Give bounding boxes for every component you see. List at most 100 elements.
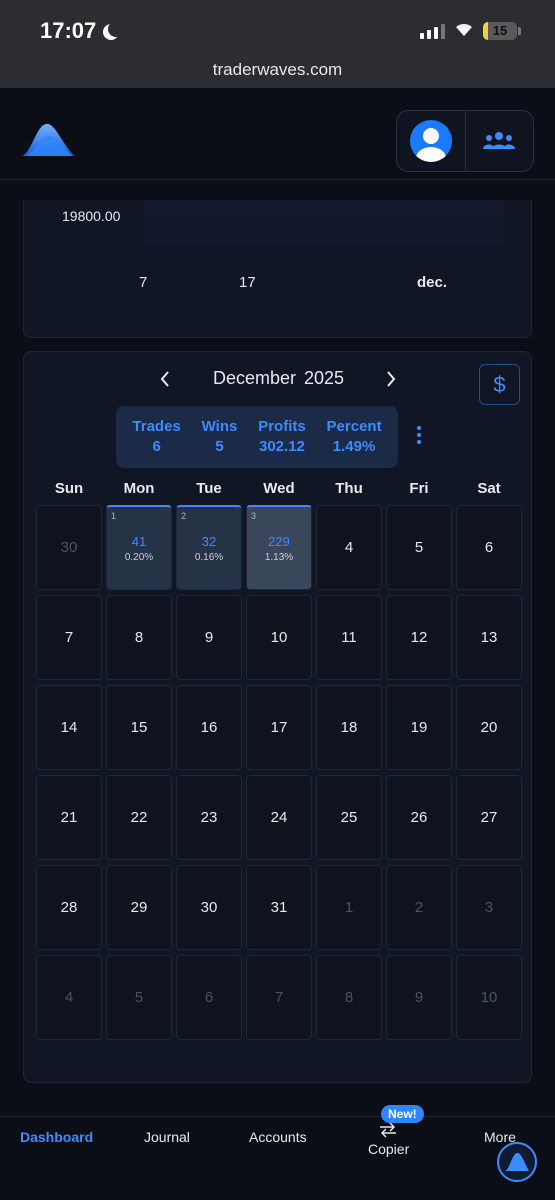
calendar-grid: 30 1 41 0.20% 2 32 0.16% 3 229 1.13% 4 5 6 7 8 9 10 11 12 1… (36, 505, 522, 1040)
wifi-icon (454, 22, 474, 42)
calendar-day[interactable]: 8 (106, 595, 172, 680)
calendar-day[interactable]: 28 (36, 865, 102, 950)
month-title: December 2025 (24, 368, 533, 389)
calendar-day[interactable]: 29 (106, 865, 172, 950)
x-tick-label: 7 (139, 274, 148, 291)
nav-accounts[interactable]: Accounts (249, 1129, 307, 1145)
month-stats: Trades 6 Wins 5 Profits 302.12 Percent 1… (116, 406, 398, 468)
calendar-day[interactable]: 5 (106, 955, 172, 1040)
address-bar[interactable]: traderwaves.com (0, 58, 555, 88)
day-number: 23 (200, 809, 218, 826)
day-number: 25 (340, 809, 358, 826)
battery-icon: 15 (483, 22, 517, 40)
day-number: 30 (60, 539, 78, 556)
calendar-day-with-trades[interactable]: 3 229 1.13% (246, 505, 312, 590)
app-header (0, 88, 555, 180)
calendar-day[interactable]: 7 (36, 595, 102, 680)
calendar-day[interactable]: 6 (456, 505, 522, 590)
day-number: 1 (111, 511, 117, 521)
new-badge: New! (381, 1105, 424, 1123)
day-number: 6 (484, 539, 494, 556)
stat-value: 6 (152, 438, 161, 455)
day-profit: 32 (201, 533, 217, 549)
calendar-day[interactable]: 9 (176, 595, 242, 680)
next-month-button[interactable] (384, 368, 398, 396)
day-percent: 0.16% (194, 551, 224, 563)
bottom-nav: Dashboard Journal Accounts Copier More (0, 1116, 555, 1200)
calendar-day[interactable]: 4 (36, 955, 102, 1040)
stat-value: 5 (215, 438, 224, 455)
calendar-day[interactable]: 30 (176, 865, 242, 950)
calendar-day[interactable]: 19 (386, 685, 452, 770)
stat-wins: Wins 5 (202, 417, 238, 457)
calendar-day[interactable]: 26 (386, 775, 452, 860)
day-number: 2 (181, 511, 187, 521)
month-label: December (212, 368, 296, 388)
calendar-day[interactable]: 14 (36, 685, 102, 770)
calendar-day[interactable]: 12 (386, 595, 452, 680)
calendar-day[interactable]: 11 (316, 595, 382, 680)
day-number: 13 (480, 629, 498, 646)
nav-copier[interactable]: Copier (368, 1141, 409, 1157)
x-tick-label: dec. (417, 274, 448, 291)
calendar-day[interactable]: 16 (176, 685, 242, 770)
year-label: 2025 (303, 368, 345, 388)
calendar-day-with-trades[interactable]: 2 32 0.16% (176, 505, 242, 590)
status-clock: 17:07 (40, 18, 118, 44)
community-button[interactable] (464, 111, 534, 171)
calendar-day[interactable]: 25 (316, 775, 382, 860)
currency-toggle-button[interactable]: $ (479, 364, 520, 405)
calendar-day[interactable]: 24 (246, 775, 312, 860)
more-options-icon[interactable] (416, 426, 422, 444)
nav-journal[interactable]: Journal (144, 1129, 190, 1145)
calendar-day[interactable]: 27 (456, 775, 522, 860)
day-number: 12 (410, 629, 428, 646)
calendar-day[interactable]: 6 (176, 955, 242, 1040)
profile-button[interactable] (397, 111, 465, 171)
status-bar: 17:07 15 (0, 0, 555, 58)
calendar-day[interactable]: 3 (456, 865, 522, 950)
calendar-day[interactable]: 22 (106, 775, 172, 860)
stat-profits: Profits 302.12 (258, 417, 306, 457)
cellular-signal-icon (420, 24, 445, 39)
calendar-day[interactable]: 4 (316, 505, 382, 590)
calendar-day[interactable]: 30 (36, 505, 102, 590)
assistant-fab-button[interactable] (497, 1142, 537, 1182)
calendar-day[interactable]: 2 (386, 865, 452, 950)
traderwaves-logo[interactable] (22, 122, 74, 158)
calendar-day[interactable]: 21 (36, 775, 102, 860)
calendar-day[interactable]: 8 (316, 955, 382, 1040)
day-number: 20 (480, 719, 498, 736)
calendar-day[interactable]: 15 (106, 685, 172, 770)
day-number: 9 (204, 629, 214, 646)
day-number: 14 (60, 719, 78, 736)
day-number: 6 (204, 989, 214, 1006)
calendar-day[interactable]: 31 (246, 865, 312, 950)
day-number: 24 (270, 809, 288, 826)
y-tick-label: 19800.00 (62, 208, 121, 224)
calendar-day-with-trades[interactable]: 1 41 0.20% (106, 505, 172, 590)
calendar-day[interactable]: 10 (246, 595, 312, 680)
day-number: 18 (340, 719, 358, 736)
calendar-day[interactable]: 5 (386, 505, 452, 590)
calendar-day[interactable]: 17 (246, 685, 312, 770)
calendar-day[interactable]: 10 (456, 955, 522, 1040)
day-number: 16 (200, 719, 218, 736)
weekday-label: Sun (54, 480, 84, 497)
day-number: 30 (200, 899, 218, 916)
calendar-day[interactable]: 1 (316, 865, 382, 950)
nav-dashboard[interactable]: Dashboard (20, 1129, 93, 1145)
calendar-day[interactable]: 23 (176, 775, 242, 860)
battery-cap (518, 27, 521, 35)
day-number: 29 (130, 899, 148, 916)
weekday-label: Tue (196, 480, 222, 497)
calendar-day[interactable]: 18 (316, 685, 382, 770)
weekday-label: Thu (335, 480, 363, 497)
calendar-day[interactable]: 7 (246, 955, 312, 1040)
calendar-day[interactable]: 9 (386, 955, 452, 1040)
calendar-day[interactable]: 20 (456, 685, 522, 770)
stat-percent: Percent 1.49% (327, 417, 382, 457)
calendar-day[interactable]: 13 (456, 595, 522, 680)
header-actions (396, 110, 534, 172)
status-time: 17:07 (40, 18, 97, 43)
